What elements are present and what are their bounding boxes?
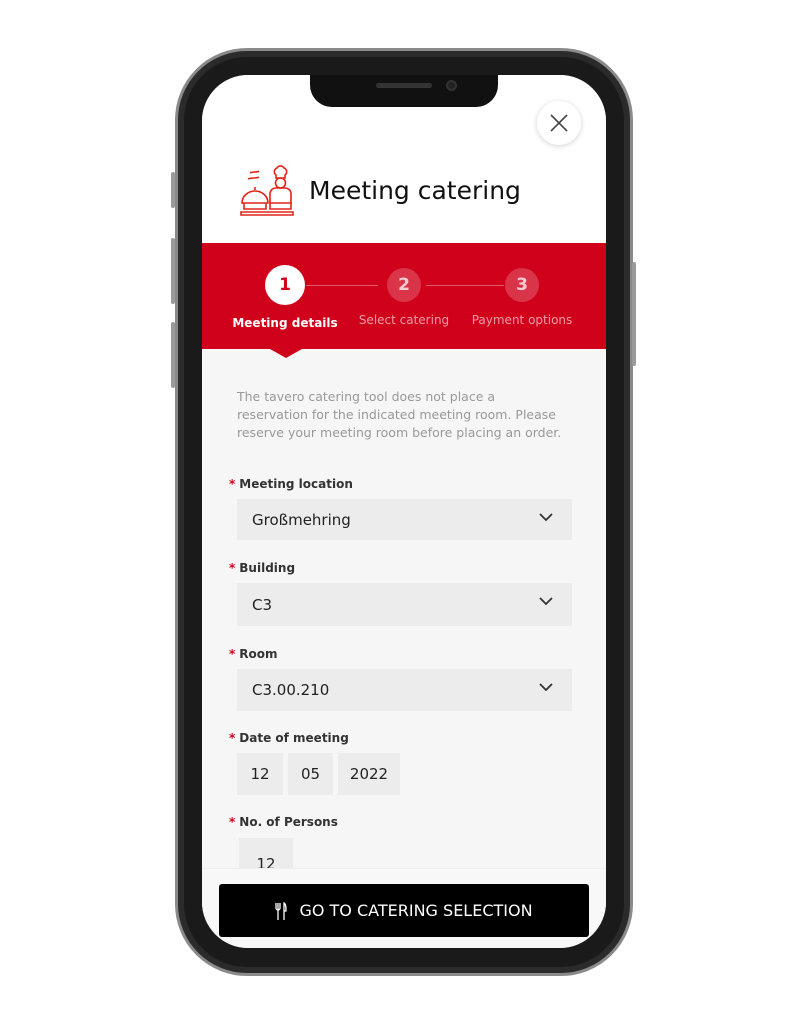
date-month-input[interactable]: 05 xyxy=(288,753,333,795)
progress-stepper: 1 Meeting details 2 Select catering 3 Pa… xyxy=(202,243,606,349)
date-year-input[interactable]: 2022 xyxy=(338,753,400,795)
step-number: 2 xyxy=(387,268,421,302)
close-button[interactable] xyxy=(537,101,581,145)
step-payment-options[interactable]: 3 Payment options xyxy=(457,265,587,327)
date-label: * Date of meeting xyxy=(229,731,349,745)
volume-down-button xyxy=(171,322,175,388)
page-title: Meeting catering xyxy=(309,176,521,205)
chevron-down-icon xyxy=(539,597,553,606)
step-label: Payment options xyxy=(471,313,573,327)
volume-up-button xyxy=(171,238,175,304)
date-day-input[interactable]: 12 xyxy=(237,753,283,795)
close-icon xyxy=(550,114,568,132)
step-label: Meeting details xyxy=(232,316,338,330)
app-screen: Meeting catering 1 Meeting details 2 Sel… xyxy=(202,75,606,948)
step-label: Select catering xyxy=(358,313,450,327)
chef-catering-icon xyxy=(240,165,294,216)
location-label: * Meeting location xyxy=(229,477,353,491)
active-step-indicator xyxy=(270,349,302,358)
footer: GO TO CATERING SELECTION xyxy=(202,868,606,948)
phone-notch xyxy=(310,75,498,107)
button-label: GO TO CATERING SELECTION xyxy=(299,901,533,920)
cutlery-icon xyxy=(275,901,288,920)
room-select[interactable]: C3.00.210 xyxy=(237,669,572,711)
persons-label: * No. of Persons xyxy=(229,815,338,829)
step-select-catering[interactable]: 2 Select catering xyxy=(339,265,469,327)
room-label: * Room xyxy=(229,647,278,661)
speaker xyxy=(376,83,432,88)
building-select[interactable]: C3 xyxy=(237,583,572,626)
step-meeting-details[interactable]: 1 Meeting details xyxy=(220,265,350,330)
building-label: * Building xyxy=(229,561,296,575)
chevron-down-icon xyxy=(539,513,553,522)
chevron-down-icon xyxy=(539,683,553,692)
mute-switch xyxy=(171,172,175,208)
step-number: 3 xyxy=(505,268,539,302)
info-text: The tavero catering tool does not place … xyxy=(237,389,562,440)
go-to-catering-button[interactable]: GO TO CATERING SELECTION xyxy=(219,884,589,937)
camera xyxy=(446,80,457,91)
power-button xyxy=(632,262,636,366)
location-select[interactable]: Großmehring xyxy=(237,499,572,540)
step-number: 1 xyxy=(265,265,305,305)
